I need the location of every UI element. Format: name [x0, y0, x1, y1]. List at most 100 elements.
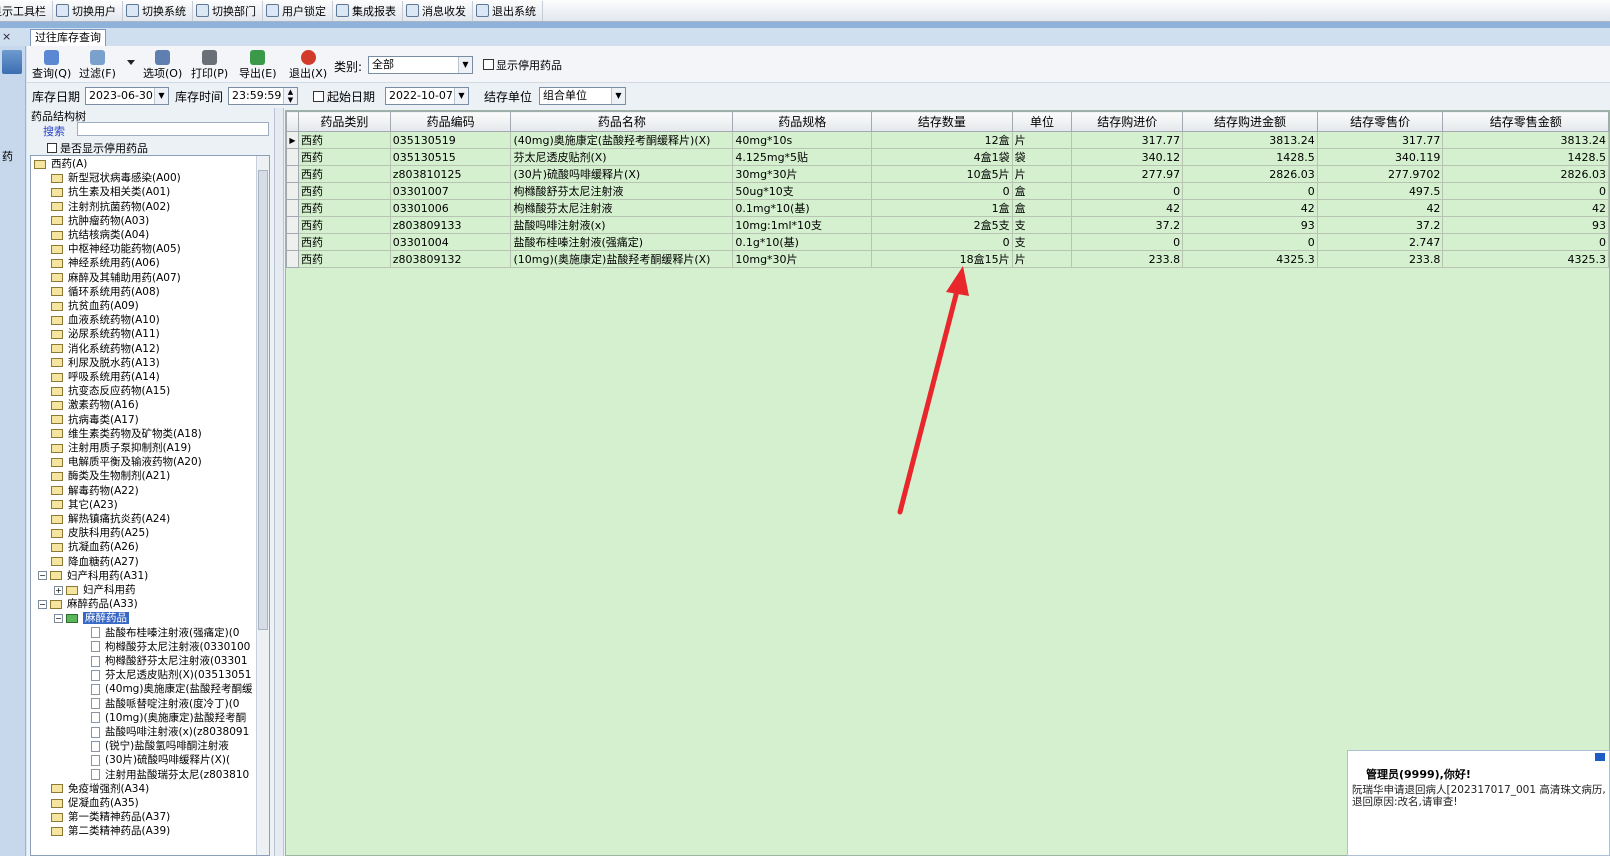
tab-close-icon[interactable]: × — [0, 28, 22, 46]
table-cell[interactable]: 0 — [871, 182, 1013, 200]
table-cell[interactable]: 93 — [1442, 216, 1609, 234]
tree-node[interactable]: 抗病毒类(A17) — [51, 413, 139, 427]
table-cell[interactable]: 2.747 — [1316, 233, 1444, 251]
chevron-down-icon[interactable]: ▼ — [458, 57, 472, 73]
show-disabled-checkbox[interactable] — [483, 59, 494, 70]
panel-splitter[interactable] — [274, 108, 284, 856]
column-header[interactable]: 结存零售价 — [1316, 111, 1444, 132]
tree-node[interactable]: 注射剂抗菌药物(A02) — [51, 200, 170, 214]
tree-node[interactable]: − 麻醉药品 — [54, 611, 129, 625]
tree-node[interactable]: 枸橼酸芬太尼注射液(0330100 — [91, 640, 250, 654]
table-cell[interactable]: 0 — [1182, 233, 1318, 251]
table-row[interactable]: 西药 z803809133 盐酸吗啡注射液(x) 10mg:1ml*10支 2盒5支支 3… — [286, 216, 1609, 234]
table-cell[interactable]: 盒 — [1011, 182, 1073, 200]
toolbar-power-button[interactable]: 退出(X) — [289, 50, 327, 82]
table-cell[interactable]: 277.97 — [1071, 165, 1184, 183]
stock-time-spinner[interactable]: 23:59:59 ▲ ▼ — [228, 87, 298, 105]
table-cell[interactable]: 93 — [1182, 216, 1318, 234]
table-cell[interactable]: 035130515 — [389, 148, 512, 166]
table-cell[interactable]: (10mg)(奥施康定)盐酸羟考酮缓释片(X) — [510, 250, 734, 268]
table-row[interactable]: ▶ 西药 035130519 (40mg)奥施康定(盐酸羟考酮缓释片)(X) 40mg*… — [286, 131, 1609, 149]
table-cell[interactable]: 4.125mg*5贴 — [732, 148, 873, 166]
table-cell[interactable]: 0 — [1071, 182, 1184, 200]
unit-select[interactable]: 组合单位 ▼ — [539, 87, 626, 105]
tree-expand-icon[interactable]: − — [54, 613, 63, 623]
tree-node[interactable]: 循环系统用药(A08) — [51, 285, 160, 299]
table-cell[interactable]: 西药 — [297, 216, 391, 234]
table-cell[interactable]: 西药 — [297, 233, 391, 251]
toolbar-options-button[interactable]: 选项(O) — [143, 50, 182, 82]
tree-node[interactable]: 其它(A23) — [51, 498, 118, 512]
minimize-icon[interactable] — [1595, 753, 1605, 761]
tree-node[interactable]: 泌尿系统药物(A11) — [51, 327, 160, 341]
table-cell[interactable]: (30片)硫酸吗啡缓释片(X) — [510, 165, 734, 183]
tree-node[interactable]: 抗贫血药(A09) — [51, 299, 139, 313]
tree-node[interactable]: 枸橼酸舒芬太尼注射液(03301 — [91, 654, 248, 668]
tree-expand-icon[interactable]: − — [38, 599, 47, 609]
table-cell[interactable]: 3813.24 — [1182, 131, 1318, 149]
table-cell[interactable]: 芬太尼透皮贴剂(X) — [510, 148, 734, 166]
tree-node[interactable]: 注射用质子泵抑制剂(A19) — [51, 441, 191, 455]
drug-tree[interactable]: − 西药(A) 新型冠状病毒感染(A00)抗生素及相关类(A01)注射剂抗菌药物(A… — [30, 155, 270, 856]
tree-node[interactable]: 降血糖药(A27) — [51, 555, 139, 569]
tree-node[interactable]: 麻醉及其辅助用药(A07) — [51, 271, 181, 285]
table-cell[interactable]: 2826.03 — [1182, 165, 1318, 183]
table-cell[interactable]: 盐酸布桂嗪注射液(强痛定) — [510, 233, 734, 251]
table-cell[interactable]: 03301006 — [389, 199, 512, 217]
table-cell[interactable]: 277.9702 — [1316, 165, 1444, 183]
table-cell[interactable]: 0 — [871, 233, 1013, 251]
table-cell[interactable]: 30mg*30片 — [732, 165, 873, 183]
table-cell[interactable]: z803809132 — [389, 250, 512, 268]
tree-search-input[interactable] — [77, 122, 269, 136]
tree-node[interactable]: (30片)硫酸吗啡缓释片(X)( — [91, 753, 230, 767]
table-cell[interactable]: 枸橼酸芬太尼注射液 — [510, 199, 734, 217]
tree-node[interactable]: − 妇产科用药(A31) — [38, 569, 148, 583]
table-cell[interactable]: 42 — [1316, 199, 1444, 217]
table-cell[interactable]: 233.8 — [1071, 250, 1184, 268]
table-cell[interactable]: 03301004 — [389, 233, 512, 251]
table-cell[interactable]: 42 — [1071, 199, 1184, 217]
tree-node[interactable]: 第一类精神药品(A37) — [51, 810, 170, 824]
toolbar-printer-button[interactable]: 打印(P) — [191, 50, 228, 82]
table-cell[interactable]: 盐酸吗啡注射液(x) — [510, 216, 734, 234]
tree-node[interactable]: 抗变态反应药物(A15) — [51, 384, 170, 398]
tree-node[interactable]: 皮肤科用药(A25) — [51, 526, 149, 540]
table-cell[interactable]: 西药 — [297, 131, 391, 149]
table-cell[interactable]: 42 — [1182, 199, 1318, 217]
table-cell[interactable]: 035130519 — [389, 131, 512, 149]
tree-node[interactable]: 解热镇痛抗炎药(A24) — [51, 512, 170, 526]
tree-scroll-thumb[interactable] — [258, 170, 268, 630]
table-cell[interactable]: 西药 — [297, 199, 391, 217]
column-header[interactable]: 药品类别 — [297, 111, 391, 132]
column-header[interactable]: 药品编码 — [389, 111, 512, 132]
table-cell[interactable]: 0.1g*10(基) — [732, 233, 873, 251]
tree-node[interactable]: 抗凝血药(A26) — [51, 540, 139, 554]
tree-node[interactable]: 消化系统药物(A12) — [51, 342, 160, 356]
toolbar-excel-export-button[interactable]: 导出(E) — [239, 50, 277, 82]
column-header[interactable]: 结存数量 — [871, 111, 1013, 132]
tree-node[interactable]: 抗结核病类(A04) — [51, 228, 149, 242]
table-row[interactable]: 西药 03301004 盐酸布桂嗪注射液(强痛定) 0.1g*10(基) 0 支 0 0 2.7… — [286, 233, 1609, 251]
table-cell[interactable]: 0 — [1071, 233, 1184, 251]
stock-date-picker[interactable]: 2023-06-30 ▼ — [85, 87, 169, 105]
tab-history-stock[interactable]: 过往库存查询 — [30, 29, 106, 46]
tree-node[interactable]: 中枢神经功能药物(A05) — [51, 242, 181, 256]
table-cell[interactable]: 10mg:1ml*10支 — [732, 216, 873, 234]
table-cell[interactable]: (40mg)奥施康定(盐酸羟考酮缓释片)(X) — [510, 131, 734, 149]
top-menu-user-switch[interactable]: 切换用户 — [53, 0, 123, 21]
filter-dropdown-arrow[interactable] — [127, 60, 135, 65]
tree-node[interactable]: 盐酸吗啡注射液(x)(z8038091 — [91, 725, 249, 739]
tree-node[interactable]: 酶类及生物制剂(A21) — [51, 469, 170, 483]
tree-node[interactable]: 促凝血药(A35) — [51, 796, 139, 810]
top-menu-lock[interactable]: 用户锁定 — [263, 0, 333, 21]
table-cell[interactable]: 12盒 — [871, 131, 1013, 149]
table-cell[interactable]: 2826.03 — [1442, 165, 1609, 183]
table-cell[interactable]: 40mg*10s — [732, 131, 873, 149]
tree-node[interactable]: 抗肿瘤药物(A03) — [51, 214, 149, 228]
tree-node[interactable]: 盐酸哌替啶注射液(度冷丁)(0 — [91, 697, 239, 711]
tree-node[interactable]: 利尿及脱水药(A13) — [51, 356, 160, 370]
table-cell[interactable]: 0.1mg*10(基) — [732, 199, 873, 217]
top-menu-system-switch[interactable]: 切换系统 — [123, 0, 193, 21]
toolbar-refresh-button[interactable]: 查询(Q) — [32, 50, 71, 82]
table-cell[interactable]: 片 — [1011, 131, 1073, 149]
